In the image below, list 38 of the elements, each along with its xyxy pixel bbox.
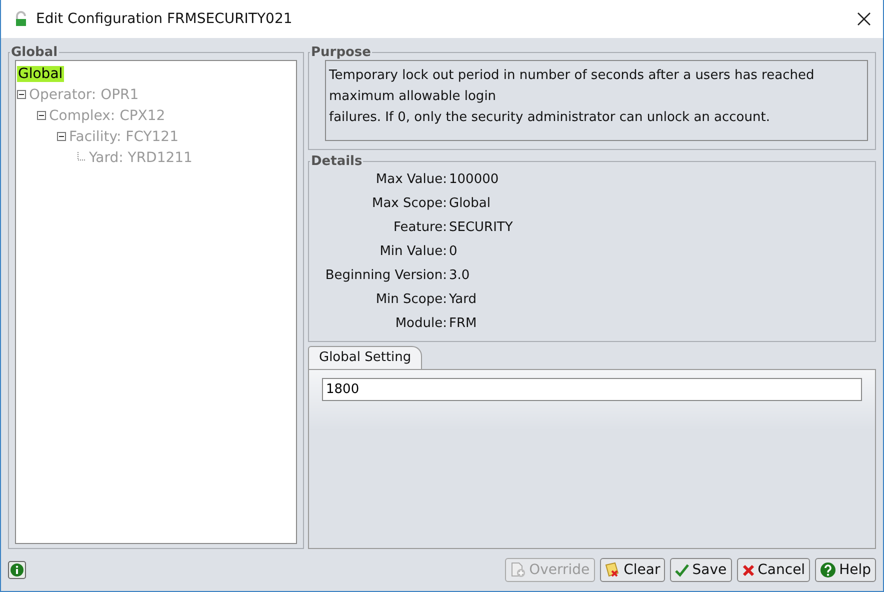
tab[interactable]: Global Setting [308, 346, 422, 369]
collapse-icon[interactable] [17, 90, 26, 99]
tree-line-icon [77, 152, 86, 164]
group-title: Purpose [310, 45, 372, 60]
save-button[interactable]: Save [670, 558, 732, 582]
close-icon[interactable] [857, 12, 871, 26]
detail-value: 3.0 [449, 267, 471, 285]
clear-button[interactable]: Clear [600, 558, 666, 582]
detail-label: Module: [394, 315, 448, 333]
detail-label: Beginning Version: [324, 267, 448, 285]
tree-item[interactable]: Global [17, 66, 64, 82]
detail-label: Min Value: [378, 243, 448, 261]
setting-input-field[interactable]: 1800 [322, 378, 862, 401]
detail-value: SECURITY [449, 219, 514, 237]
detail-label: Feature: [392, 219, 448, 237]
info-icon[interactable] [8, 561, 26, 579]
detail-value: FRM [449, 315, 478, 333]
detail-label: Min Scope: [374, 291, 448, 309]
checkmark-icon [675, 563, 690, 577]
purpose-text: failures. If 0, only the security administrator can unlock an account. [329, 109, 771, 127]
detail-label: Max Value: [374, 171, 448, 189]
detail-value: 0 [449, 243, 458, 261]
cross-icon [742, 564, 755, 576]
group-title: Global [10, 45, 59, 60]
detail-label: Max Scope: [371, 195, 448, 213]
detail-value: Yard [449, 291, 478, 309]
detail-value: 100000 [449, 171, 500, 189]
help-icon [820, 562, 836, 578]
document-plus-icon [510, 562, 526, 578]
help-button[interactable]: Help [815, 558, 876, 582]
detail-value: Global [449, 195, 492, 213]
eraser-note-icon [604, 562, 621, 578]
app-icon [14, 11, 28, 27]
group-title: Details [310, 154, 364, 169]
collapse-icon[interactable] [37, 111, 46, 120]
cancel-button[interactable]: Cancel [736, 558, 810, 582]
window-title: Edit Configuration FRMSECURITY021 [36, 11, 294, 27]
collapse-icon[interactable] [57, 132, 66, 141]
